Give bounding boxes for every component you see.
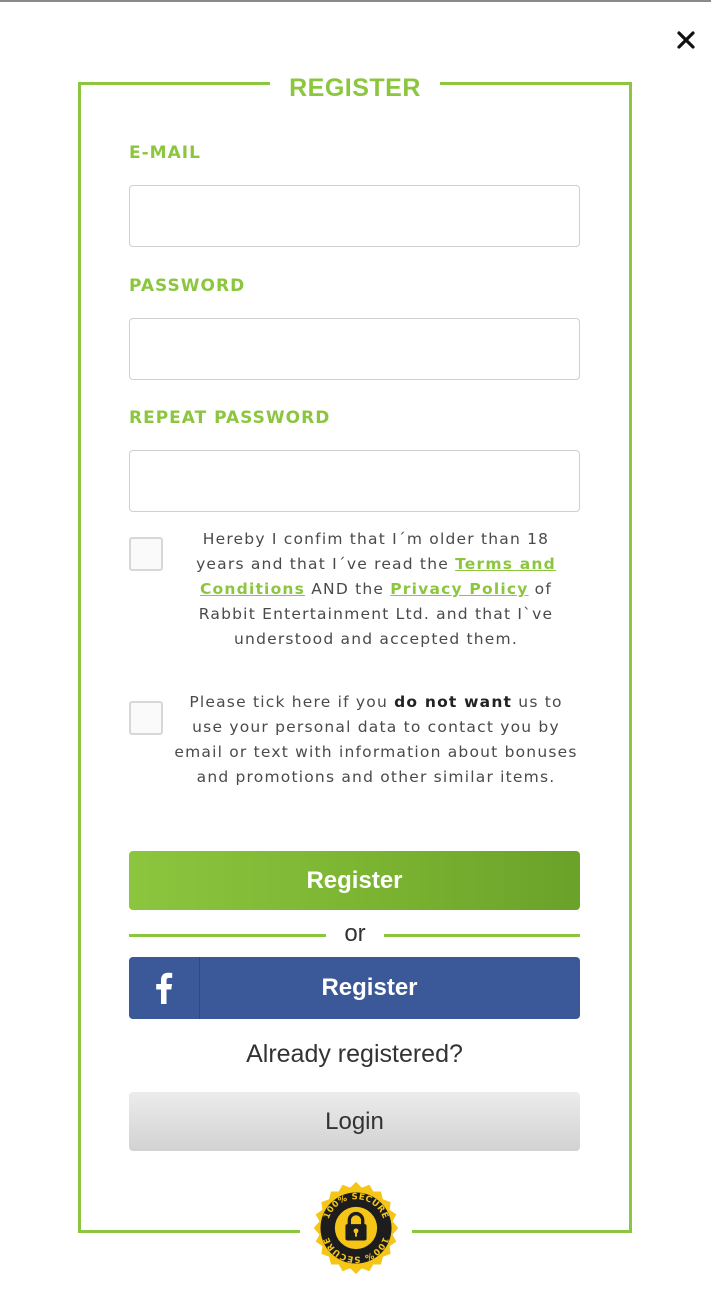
email-field[interactable] (129, 185, 580, 247)
register-button[interactable]: Register (129, 851, 580, 910)
dialog-title: REGISTER (270, 68, 440, 108)
or-divider: or (129, 920, 580, 950)
secure-seal: 100% SECURE 100% SECURE (313, 1181, 399, 1275)
top-divider (0, 0, 711, 2)
password-label: PASSWORD (129, 276, 246, 296)
already-registered-text: Already registered? (246, 1040, 463, 1068)
or-text: or (344, 920, 366, 947)
terms-consent-text: Hereby I confim that I´m older than 18 y… (182, 527, 570, 652)
repeat-password-field[interactable] (129, 450, 580, 512)
facebook-register-label: Register (321, 974, 418, 1001)
close-button[interactable] (668, 22, 704, 58)
secure-badge: 100% SECURE 100% SECURE (300, 1178, 412, 1278)
marketing-consent-text: Please tick here if you do not want us t… (172, 690, 580, 790)
repeat-password-label: REPEAT PASSWORD (129, 408, 331, 428)
terms-text-and: AND the (305, 580, 391, 598)
login-button[interactable]: Login (129, 1092, 580, 1151)
marketing-optout-checkbox[interactable] (129, 701, 163, 735)
close-icon (677, 31, 695, 49)
marketing-text-before: Please tick here if you (189, 693, 395, 711)
or-line-right (384, 934, 580, 937)
facebook-icon-box (129, 957, 200, 1019)
marketing-text-emphasis: do not want (394, 693, 513, 711)
password-field[interactable] (129, 318, 580, 380)
terms-checkbox[interactable] (129, 537, 163, 571)
privacy-link[interactable]: Privacy Policy (390, 580, 528, 598)
facebook-icon (156, 972, 173, 1004)
facebook-register-button[interactable]: Register (129, 957, 580, 1019)
or-line-left (129, 934, 326, 937)
email-label: E-MAIL (129, 143, 201, 163)
